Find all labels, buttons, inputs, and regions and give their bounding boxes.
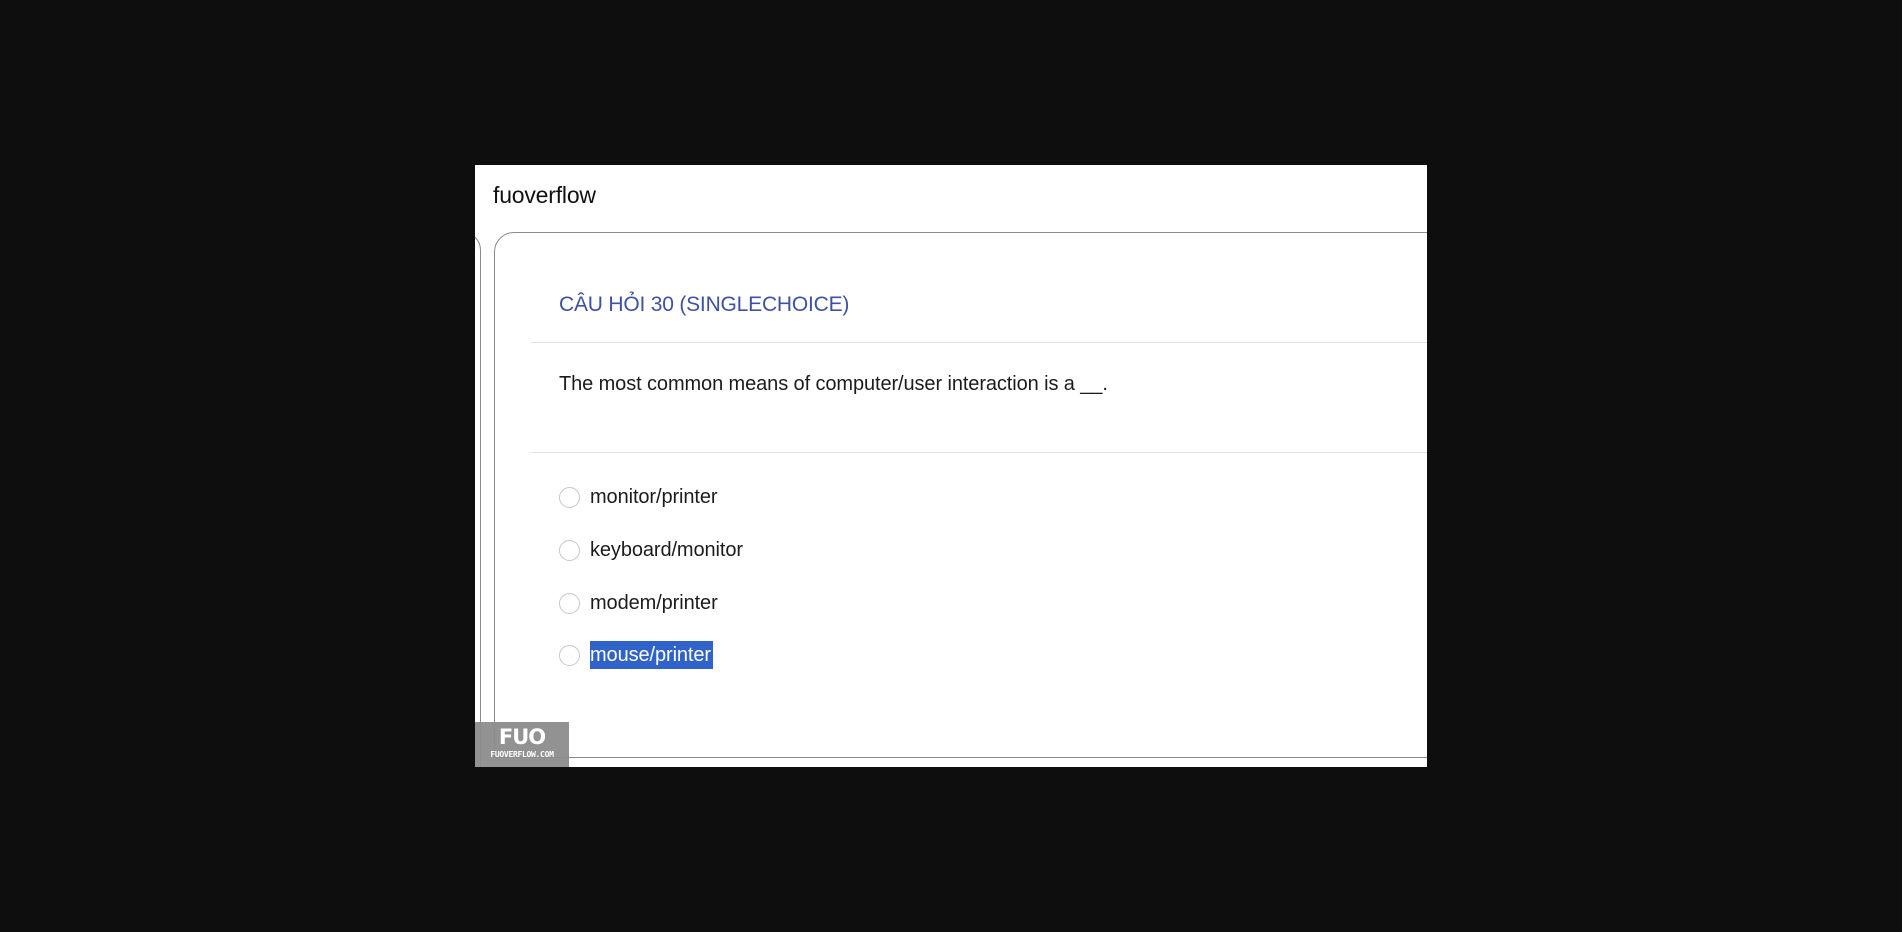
watermark-logo: FUO [498, 725, 546, 749]
radio-button[interactable] [559, 539, 580, 561]
option-label[interactable]: monitor/printer [590, 483, 718, 511]
side-panel-edge [475, 232, 481, 767]
option-label[interactable]: keyboard/monitor [590, 536, 743, 564]
radio-button[interactable] [559, 644, 580, 666]
option-label[interactable]: modem/printer [590, 589, 718, 617]
option-mouse-printer[interactable]: mouse/printer [559, 641, 713, 669]
watermark-domain: FUOVERFLOW.COM [490, 750, 554, 759]
question-text: The most common means of computer/user i… [559, 373, 1108, 395]
option-label-highlighted[interactable]: mouse/printer [590, 641, 713, 669]
question-divider [531, 452, 1427, 453]
heading-divider [531, 342, 1427, 343]
option-modem-printer[interactable]: modem/printer [559, 589, 718, 617]
question-heading: CÂU HỎI 30 (SINGLECHOICE) [559, 293, 850, 316]
radio-button[interactable] [559, 592, 580, 614]
fuoverflow-watermark: FUO FUOVERFLOW.COM [475, 722, 569, 767]
browser-viewport: fuoverflow CÂU HỎI 30 (SINGLECHOICE) The… [475, 165, 1427, 767]
option-monitor-printer[interactable]: monitor/printer [559, 483, 718, 511]
radio-button[interactable] [559, 486, 580, 508]
site-title[interactable]: fuoverflow [493, 182, 596, 209]
option-keyboard-monitor[interactable]: keyboard/monitor [559, 536, 743, 564]
